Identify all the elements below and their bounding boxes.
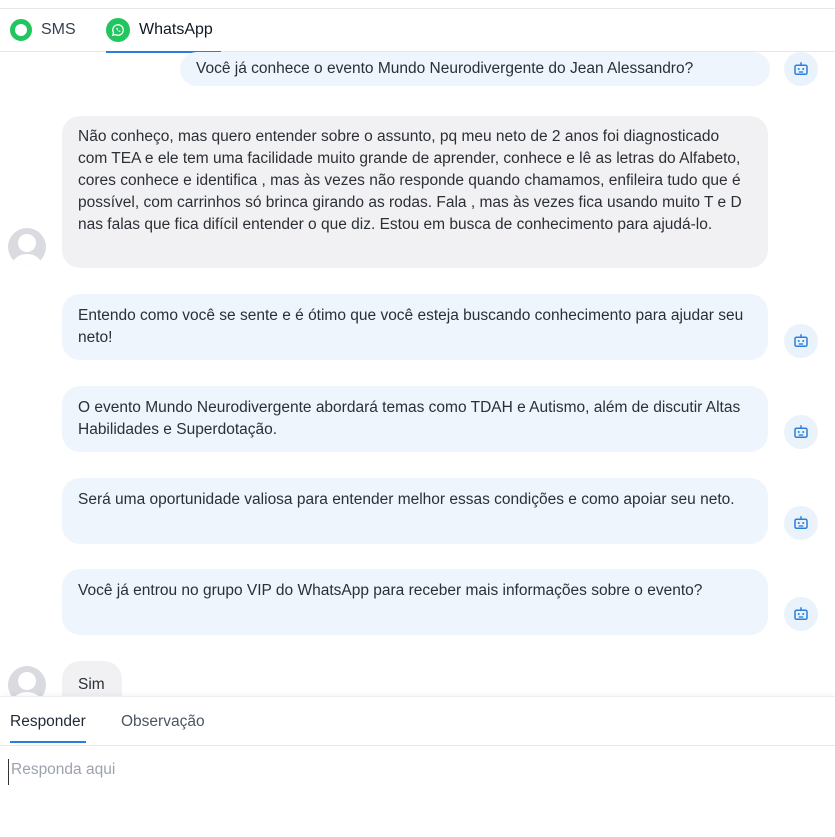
user-avatar-icon <box>8 666 46 696</box>
bot-message: O evento Mundo Neurodivergente abordará … <box>62 386 768 452</box>
bot-message: Será uma oportunidade valiosa para enten… <box>62 478 768 544</box>
message-text: Entendo como você se sente e é ótimo que… <box>78 307 744 346</box>
bot-icon <box>784 415 818 449</box>
bot-icon <box>784 597 818 631</box>
tab-sms-label: SMS <box>41 21 76 38</box>
message-text: O evento Mundo Neurodivergente abordará … <box>78 399 741 438</box>
bot-icon <box>784 506 818 540</box>
tab-whatsapp-label: WhatsApp <box>139 21 213 38</box>
tab-responder[interactable]: Responder <box>10 713 86 743</box>
reply-input[interactable] <box>8 759 823 785</box>
message-text: Sim <box>78 676 105 693</box>
bot-message: Você já conhece o evento Mundo Neurodive… <box>180 52 770 86</box>
bot-message: Você já entrou no grupo VIP do WhatsApp … <box>62 569 768 635</box>
message-text: Será uma oportunidade valiosa para enten… <box>78 491 735 508</box>
user-message: Não conheço, mas quero entender sobre o … <box>62 116 768 268</box>
tabs-divider <box>0 745 835 746</box>
user-avatar-icon <box>8 228 46 266</box>
message-text: Você já conhece o evento Mundo Neurodive… <box>196 60 694 77</box>
channel-tabs: SMS WhatsApp <box>0 8 835 53</box>
bot-message: Entendo como você se sente e é ótimo que… <box>62 294 768 360</box>
bot-icon <box>784 52 818 86</box>
sms-channel-icon <box>10 19 32 41</box>
tab-whatsapp[interactable]: WhatsApp <box>106 9 221 53</box>
tab-sms[interactable]: SMS <box>10 9 76 51</box>
message-text: Não conheço, mas quero entender sobre o … <box>78 128 742 233</box>
message-text: Você já entrou no grupo VIP do WhatsApp … <box>78 582 703 599</box>
bot-icon <box>784 324 818 358</box>
tab-observacao[interactable]: Observação <box>121 713 205 731</box>
user-message: Sim <box>62 661 122 696</box>
whatsapp-icon <box>106 18 130 42</box>
reply-composer: Responder Observação <box>0 696 835 837</box>
chat-thread[interactable]: Você já conhece o evento Mundo Neurodive… <box>0 52 835 696</box>
